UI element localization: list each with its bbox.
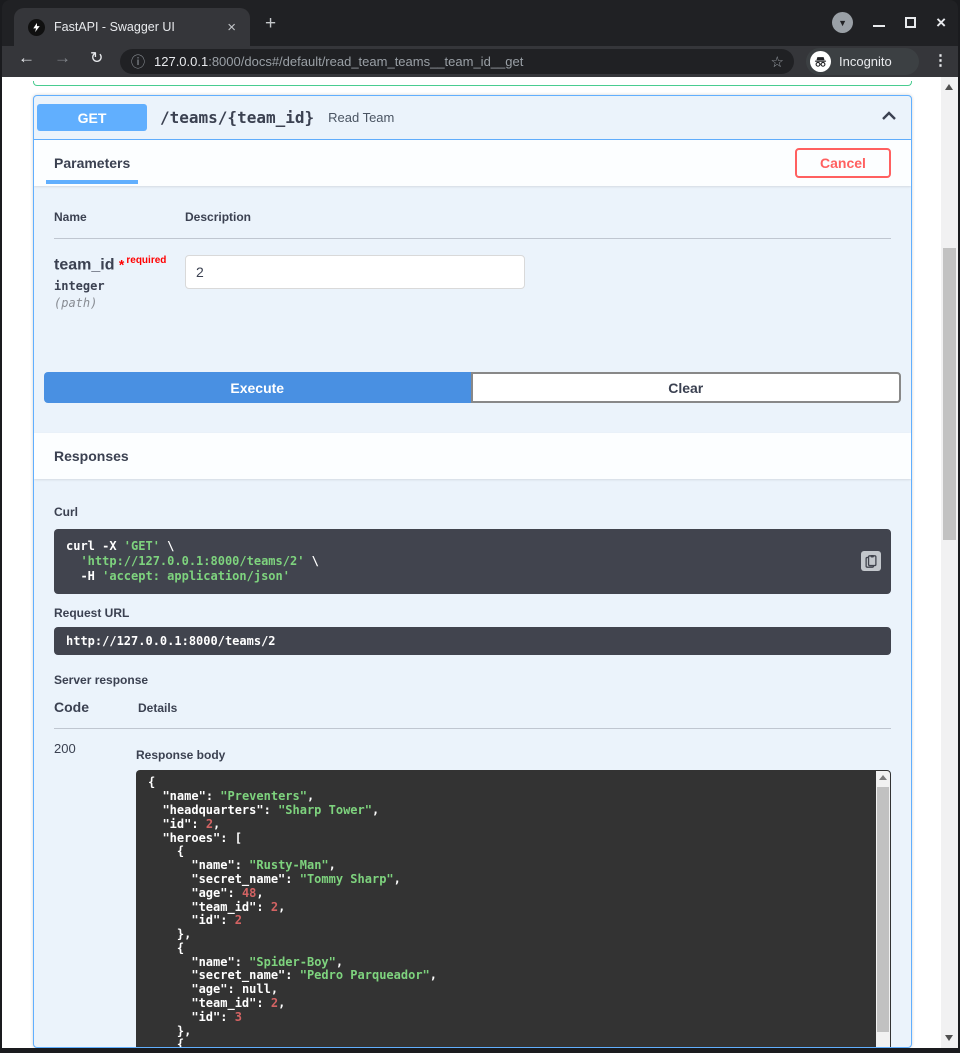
page-info-icon[interactable]: ⓘ — [131, 52, 145, 72]
response-body-block: { "name": "Preventers", "headquarters": … — [136, 770, 891, 1048]
page-scrollbar[interactable] — [941, 77, 958, 1048]
chevron-down-circle-icon[interactable]: ▼ — [832, 12, 853, 33]
opblock-header[interactable]: GET /teams/{team_id} Read Team — [34, 96, 911, 140]
parameter-type: integer — [54, 279, 185, 293]
tab-strip: FastAPI - Swagger UI × + ▼ × — [2, 0, 958, 46]
browser-tab[interactable]: FastAPI - Swagger UI × — [14, 8, 250, 46]
response-scrollbar-thumb[interactable] — [877, 787, 889, 1032]
page-viewport: GET /teams/{team_id} Read Team Parameter… — [2, 77, 958, 1048]
url-text: 127.0.0.1:8000/docs#/default/read_team_t… — [154, 54, 763, 69]
forward-icon[interactable]: → — [54, 48, 71, 68]
url-host: 127.0.0.1 — [154, 54, 208, 69]
menu-kebab-icon[interactable]: ⋮ — [933, 51, 948, 69]
parameters-table-header: Name Description — [54, 210, 891, 239]
team-id-input[interactable] — [185, 255, 525, 289]
responses-title: Responses — [54, 448, 129, 464]
required-star: * — [119, 256, 124, 272]
page-scroll-up-icon[interactable] — [945, 84, 953, 90]
parameter-name-text: team_id — [54, 256, 114, 273]
fastapi-favicon-icon — [28, 19, 45, 36]
response-body-scrollbar[interactable] — [876, 771, 890, 1048]
execute-wrapper: Execute Clear — [44, 372, 901, 403]
parameters-table: Name Description team_id *required integ… — [34, 186, 911, 310]
method-badge: GET — [37, 104, 147, 131]
parameter-name: team_id *required — [54, 255, 185, 274]
curl-label: Curl — [54, 505, 891, 519]
tab-close-icon[interactable]: × — [223, 20, 240, 35]
responses-body: Curl curl -X 'GET' \ 'http://127.0.0.1:8… — [34, 479, 911, 1048]
clear-button[interactable]: Clear — [471, 372, 902, 403]
endpoint-summary: Read Team — [328, 110, 394, 125]
browser-window: FastAPI - Swagger UI × + ▼ × ← → ↻ ⓘ 127… — [0, 0, 960, 1053]
response-table-header: Code Details — [54, 699, 891, 729]
status-code: 200 — [54, 741, 136, 1048]
url-bar[interactable]: ⓘ 127.0.0.1:8000/docs#/default/read_team… — [120, 49, 794, 74]
required-label: required — [126, 255, 166, 266]
incognito-icon — [810, 51, 831, 72]
new-tab-button[interactable]: + — [265, 15, 276, 32]
incognito-badge: Incognito — [806, 48, 919, 75]
maximize-icon[interactable] — [905, 17, 916, 28]
cancel-button[interactable]: Cancel — [795, 148, 891, 178]
tab-title: FastAPI - Swagger UI — [54, 20, 223, 34]
previous-endpoint-edge — [33, 81, 912, 86]
response-details-cell: Response body { "name": "Preventers", "h… — [136, 741, 891, 1048]
opblock-get-read-team: GET /teams/{team_id} Read Team Parameter… — [33, 95, 912, 1048]
responses-section-header: Responses — [34, 433, 911, 479]
curl-block: curl -X 'GET' \ 'http://127.0.0.1:8000/t… — [54, 529, 891, 594]
endpoint-path: /teams/{team_id} — [160, 108, 314, 127]
copy-to-clipboard-button[interactable] — [861, 551, 881, 571]
response-body-json[interactable]: { "name": "Preventers", "headquarters": … — [136, 770, 891, 1048]
close-window-icon[interactable]: × — [936, 16, 946, 30]
name-column-header: Name — [54, 210, 185, 224]
page-scroll-down-icon[interactable] — [945, 1035, 953, 1041]
back-icon[interactable]: ← — [18, 48, 35, 68]
parameter-description-cell — [185, 255, 525, 310]
scroll-up-arrow-icon[interactable] — [879, 775, 887, 780]
tab-parameters[interactable]: Parameters — [46, 155, 138, 184]
request-url-value: http://127.0.0.1:8000/teams/2 — [54, 627, 891, 655]
details-column-header: Details — [138, 699, 177, 715]
description-column-header: Description — [185, 210, 251, 224]
minimize-icon[interactable] — [873, 25, 885, 27]
request-url-label: Request URL — [54, 606, 891, 620]
page-scrollbar-thumb[interactable] — [943, 248, 956, 540]
swagger-content: GET /teams/{team_id} Read Team Parameter… — [2, 77, 941, 1048]
bookmark-star-icon[interactable]: ☆ — [771, 53, 784, 71]
collapse-chevron-icon[interactable] — [881, 109, 897, 127]
parameter-location: (path) — [54, 296, 185, 310]
table-row: 200 Response body { "name": "Preventers"… — [54, 741, 891, 1048]
execute-button[interactable]: Execute — [44, 372, 471, 403]
code-column-header: Code — [54, 699, 138, 715]
incognito-label: Incognito — [839, 54, 892, 69]
server-response-label: Server response — [54, 673, 891, 687]
reload-icon[interactable]: ↻ — [90, 48, 103, 68]
window-controls: ▼ × — [832, 12, 946, 33]
curl-command[interactable]: curl -X 'GET' \ 'http://127.0.0.1:8000/t… — [54, 529, 891, 594]
parameter-meta: team_id *required integer (path) — [54, 255, 185, 310]
response-body-label: Response body — [136, 748, 891, 762]
parameters-section-header: Parameters Cancel — [34, 140, 911, 186]
browser-toolbar: ← → ↻ ⓘ 127.0.0.1:8000/docs#/default/rea… — [2, 46, 958, 77]
table-row: team_id *required integer (path) — [54, 239, 891, 310]
url-path: :8000/docs#/default/read_team_teams__tea… — [208, 54, 523, 69]
